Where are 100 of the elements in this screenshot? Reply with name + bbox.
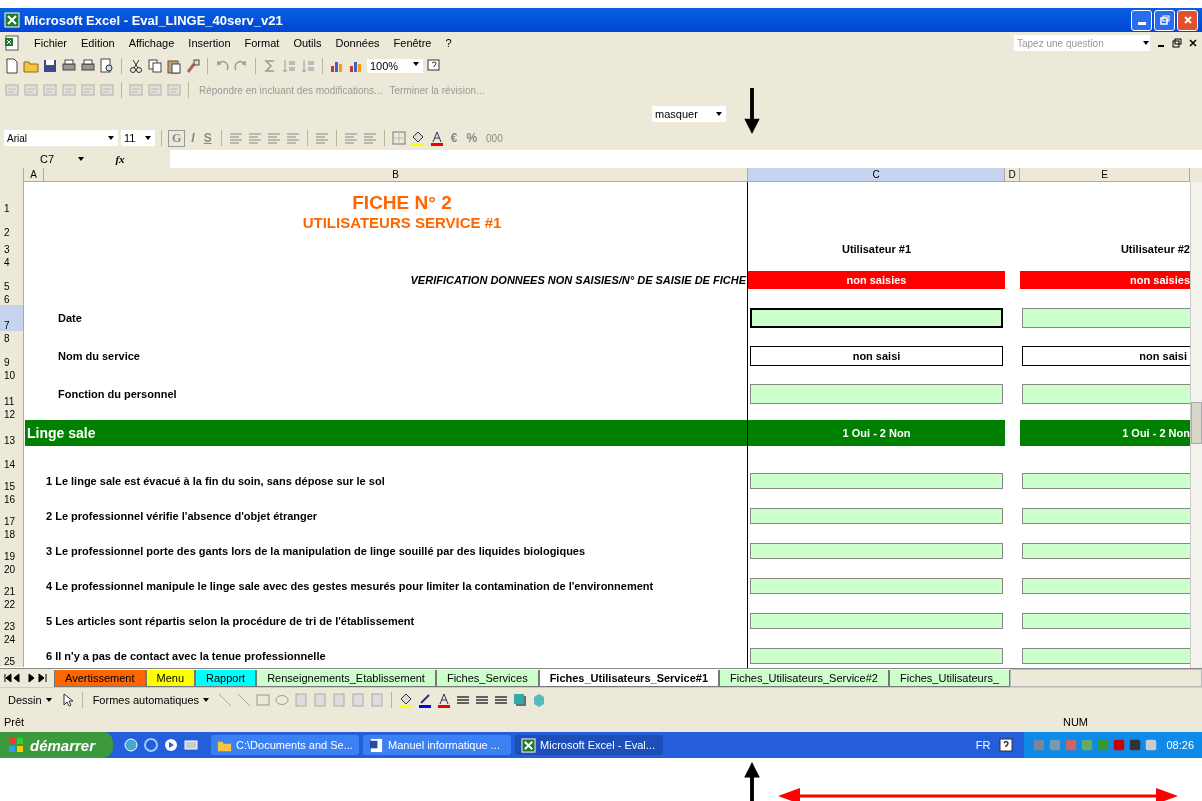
row-header[interactable]: 9	[0, 344, 24, 368]
paint-bucket-icon[interactable]	[409, 130, 426, 146]
align-lines-icon[interactable]	[227, 130, 244, 146]
clipboard-icon[interactable]	[166, 58, 182, 74]
media-play-icon[interactable]	[163, 737, 180, 753]
column-header[interactable]: C	[748, 168, 1005, 182]
input-cell[interactable]	[750, 648, 1003, 664]
taskbar-button[interactable]: C:\Documents and Se...	[211, 735, 360, 755]
pen-icon[interactable]	[417, 692, 433, 708]
function-button[interactable]: fx	[90, 150, 170, 168]
align-lines-icon[interactable]	[265, 130, 282, 146]
line-icon[interactable]	[217, 692, 233, 708]
row-header[interactable]: 17	[0, 505, 24, 527]
globe-icon[interactable]	[123, 737, 140, 753]
column-header[interactable]: E	[1020, 168, 1190, 182]
tray-icon[interactable]	[1112, 738, 1127, 752]
menu-item[interactable]: Format	[244, 37, 280, 49]
horizontal-scrollbar[interactable]	[1010, 669, 1202, 687]
sheet-tab[interactable]: Fiches_Utilisateurs_	[888, 669, 1010, 687]
row-header[interactable]: 15	[0, 470, 24, 492]
row-header[interactable]: 18	[0, 527, 24, 540]
sheet-tab[interactable]: Avertissement	[54, 669, 146, 687]
start-button[interactable]: démarrer	[0, 732, 114, 758]
copy-pages-icon[interactable]	[147, 58, 163, 74]
row-header[interactable]: 2	[0, 214, 24, 238]
row-header[interactable]: 22	[0, 597, 24, 610]
autoshapes-button[interactable]: Formes automatiques	[88, 694, 214, 706]
sheet-icon[interactable]	[313, 130, 330, 146]
font-size-dropdown[interactable]: 11	[121, 130, 155, 146]
minimize-button[interactable]	[1131, 9, 1152, 31]
draw-menu-button[interactable]: Dessin	[4, 694, 57, 706]
help-icon[interactable]	[426, 58, 442, 74]
indent-icon[interactable]	[361, 130, 378, 146]
row-header[interactable]: 24	[0, 632, 24, 645]
row-header[interactable]: 4	[0, 255, 24, 268]
name-box[interactable]: C7	[0, 150, 90, 168]
row-header[interactable]: 19	[0, 540, 24, 562]
column-header[interactable]: B	[44, 168, 748, 182]
row-header[interactable]: 25	[0, 645, 24, 667]
close-icon[interactable]	[1188, 38, 1198, 48]
browser-e-icon[interactable]	[143, 737, 160, 753]
row-header[interactable]: 1	[0, 182, 24, 214]
menu-item[interactable]: Insertion	[188, 37, 231, 49]
question-field[interactable]: Tapez une question	[1014, 35, 1150, 51]
tray-icon[interactable]	[1144, 738, 1159, 752]
indent-icon[interactable]	[342, 130, 359, 146]
menu-item[interactable]: Affichage	[128, 37, 175, 49]
align-lines-icon[interactable]	[246, 130, 263, 146]
input-cell[interactable]	[750, 543, 1003, 559]
column-header[interactable]: D	[1005, 168, 1020, 182]
masquer-dropdown[interactable]: masquer	[652, 106, 726, 122]
sheet-tab[interactable]: Fiches_Utilisateurs_Service#1	[538, 669, 719, 687]
printer-icon[interactable]	[80, 58, 96, 74]
input-cell[interactable]	[1022, 308, 1192, 328]
paintbrush-icon[interactable]	[185, 58, 201, 74]
tray-icon[interactable]	[1128, 738, 1143, 752]
row-header[interactable]: 10	[0, 368, 24, 381]
menu-item[interactable]: Données	[335, 37, 380, 49]
input-cell[interactable]	[1022, 508, 1192, 524]
zoom-field[interactable]: 100%	[367, 59, 423, 73]
language-indicator[interactable]: FR	[975, 739, 991, 751]
menu-item[interactable]: Outils	[293, 37, 322, 49]
input-cell[interactable]	[750, 508, 1003, 524]
shadow-icon[interactable]	[512, 692, 528, 708]
sheet-tab[interactable]: Menu	[145, 669, 196, 687]
taskbar-button[interactable]: Microsoft Excel - Eval...	[515, 735, 664, 755]
row-header[interactable]: 5	[0, 268, 24, 292]
close-button[interactable]	[1177, 9, 1198, 31]
input-cell[interactable]	[750, 613, 1003, 629]
input-cell[interactable]	[1022, 384, 1192, 404]
sheet-tab[interactable]: Renseignements_Etablissement	[256, 669, 436, 687]
row-header[interactable]: 20	[0, 562, 24, 575]
paint-bucket-icon[interactable]	[398, 692, 414, 708]
desktop-icon[interactable]	[183, 737, 200, 753]
sheet-navigation-buttons[interactable]	[0, 669, 54, 687]
menu-item[interactable]: Fichier	[34, 37, 67, 49]
align-lines-icon[interactable]	[284, 130, 301, 146]
menu-item[interactable]: ?	[445, 37, 452, 49]
input-cell[interactable]	[750, 473, 1003, 489]
row-header[interactable]: 3	[0, 238, 24, 255]
row-header[interactable]: 14	[0, 446, 24, 470]
input-cell[interactable]	[1022, 578, 1192, 594]
help-icon[interactable]	[998, 737, 1015, 753]
input-cell[interactable]	[1022, 648, 1192, 664]
row-header[interactable]: 13	[0, 420, 24, 446]
input-cell[interactable]	[750, 578, 1003, 594]
printer-icon[interactable]	[61, 58, 77, 74]
input-cell[interactable]	[1022, 473, 1192, 489]
restore-button[interactable]	[1154, 9, 1175, 31]
menu-item[interactable]: Fenêtre	[393, 37, 432, 49]
row-header[interactable]: 7	[0, 305, 24, 331]
scissors-icon[interactable]	[128, 58, 144, 74]
sheet-tab[interactable]: Fiches_Services	[435, 669, 539, 687]
row-header[interactable]: 8	[0, 331, 24, 344]
letter-a-icon[interactable]	[428, 130, 445, 146]
oval-icon[interactable]	[274, 692, 290, 708]
row-header[interactable]: 6	[0, 292, 24, 305]
row-header[interactable]: 23	[0, 610, 24, 632]
row-header[interactable]: 16	[0, 492, 24, 505]
input-cell[interactable]	[1022, 543, 1192, 559]
